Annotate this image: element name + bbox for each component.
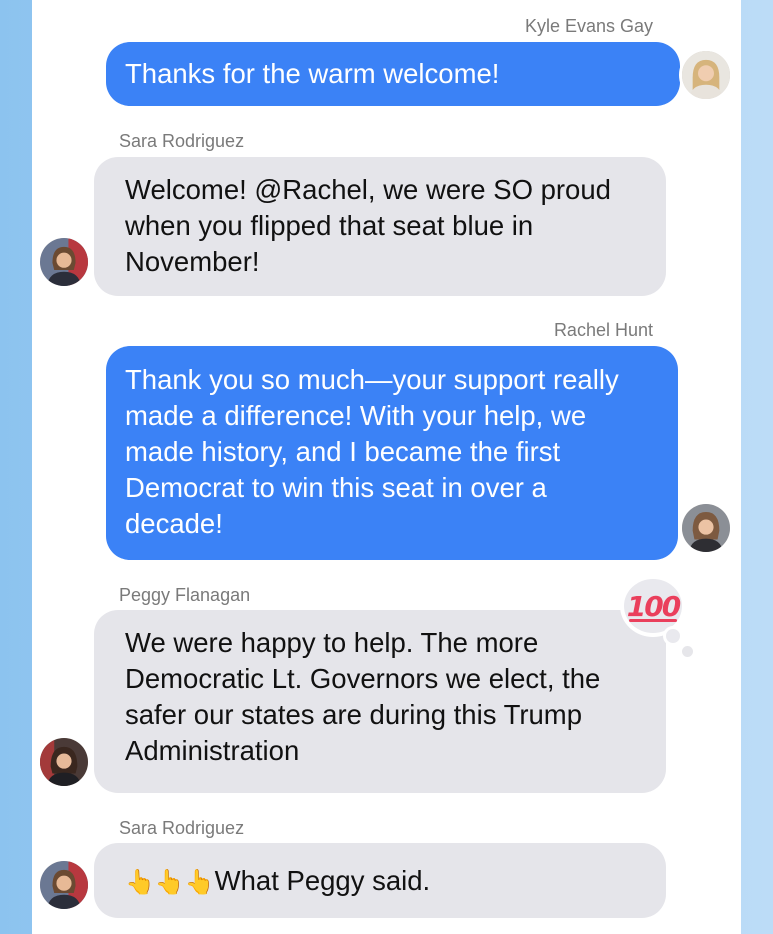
avatar-sara-rodriguez: [40, 861, 88, 909]
avatar-peggy-flanagan: [40, 738, 88, 786]
message-text: Welcome! @Rachel, we were SO proud when …: [125, 174, 611, 277]
sender-name: Rachel Hunt: [553, 320, 653, 340]
message-bubble[interactable]: Thank you so much—your support really ma…: [106, 346, 678, 560]
message-text: What Peggy said.: [214, 865, 431, 896]
sender-name: Peggy Flanagan: [119, 585, 251, 605]
message-bubble[interactable]: 👆👆👆What Peggy said.: [94, 843, 666, 918]
sender-name: Sara Rodriguez: [119, 818, 245, 838]
avatar-sara-rodriguez: [40, 238, 88, 286]
message-text: Thank you so much—your support really ma…: [125, 364, 619, 539]
message-text: Thanks for the warm welcome!: [125, 58, 500, 89]
reaction-tail: [682, 646, 693, 657]
sender-name: Sara Rodriguez: [119, 131, 245, 151]
avatar[interactable]: [679, 48, 733, 102]
message-text: We were happy to help. The more Democrat…: [125, 627, 601, 766]
reaction-tail: [663, 626, 683, 646]
hundred-points-icon: 100: [626, 589, 681, 623]
sender-name: Kyle Evans Gay: [524, 16, 653, 36]
message-bubble[interactable]: We were happy to help. The more Democrat…: [94, 610, 666, 793]
message-bubble[interactable]: Thanks for the warm welcome!: [106, 42, 680, 106]
avatar[interactable]: [37, 858, 91, 912]
avatar[interactable]: [37, 735, 91, 789]
avatar[interactable]: [679, 501, 733, 555]
avatar-rachel-hunt: [682, 504, 730, 552]
avatar[interactable]: [37, 235, 91, 289]
pointing-up-icon: 👆👆👆: [125, 869, 215, 896]
avatar-kyle-evans-gay: [682, 51, 730, 99]
message-bubble[interactable]: Welcome! @Rachel, we were SO proud when …: [94, 157, 666, 296]
